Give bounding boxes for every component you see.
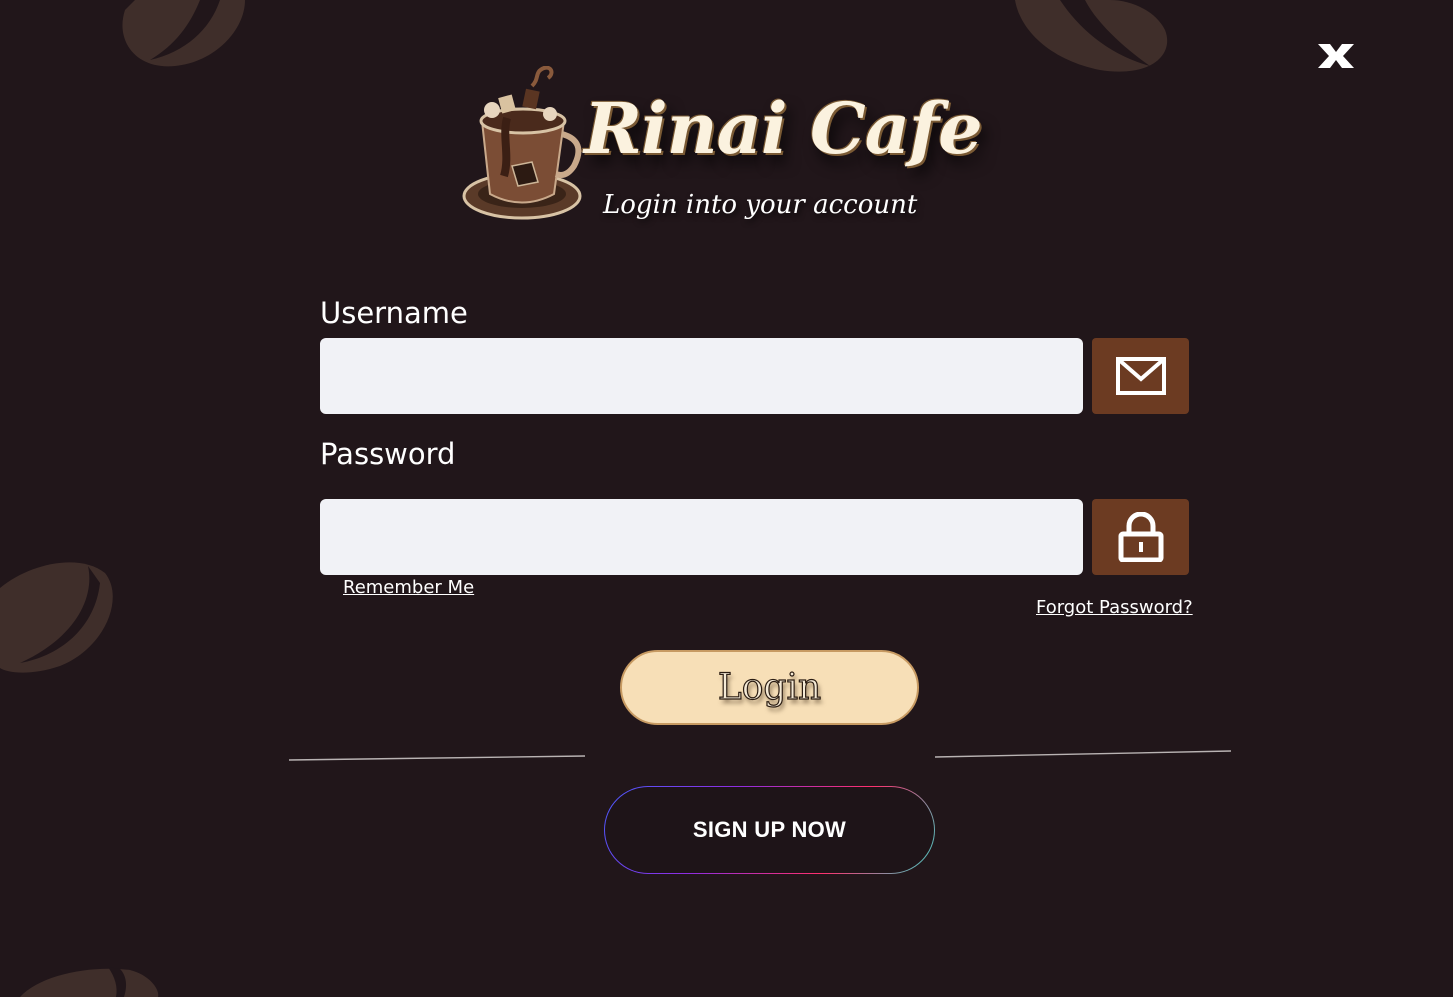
lock-icon xyxy=(1118,512,1163,562)
signup-button-label: SIGN UP NOW xyxy=(605,787,934,873)
coffee-cup-icon xyxy=(462,66,582,220)
coffee-bean-decoration-top-left xyxy=(122,0,245,67)
mail-icon xyxy=(1115,357,1166,395)
coffee-bean-decoration-top-right xyxy=(1015,0,1168,72)
remember-me-link[interactable]: Remember Me xyxy=(343,577,474,598)
username-icon-button[interactable] xyxy=(1092,338,1189,414)
divider-left xyxy=(288,755,586,761)
divider-right xyxy=(934,750,1232,758)
login-button[interactable]: Login xyxy=(620,650,919,725)
signup-button[interactable]: SIGN UP NOW xyxy=(604,786,935,874)
cafe-logo: Rinai Cafe Login into your account xyxy=(462,66,983,236)
coffee-bean-decoration-bottom-left xyxy=(20,967,159,997)
brand-name: Rinai Cafe xyxy=(584,87,983,170)
close-x-icon xyxy=(1318,44,1354,68)
password-input[interactable] xyxy=(320,499,1083,575)
forgot-password-link[interactable]: Forgot Password? xyxy=(1036,597,1193,618)
password-icon-button[interactable] xyxy=(1092,499,1189,575)
password-label: Password xyxy=(320,437,456,471)
login-tagline: Login into your account xyxy=(603,190,918,220)
username-label: Username xyxy=(320,296,468,330)
coffee-bean-decoration-left xyxy=(0,562,113,673)
username-input[interactable] xyxy=(320,338,1083,414)
close-button[interactable] xyxy=(1316,42,1356,70)
